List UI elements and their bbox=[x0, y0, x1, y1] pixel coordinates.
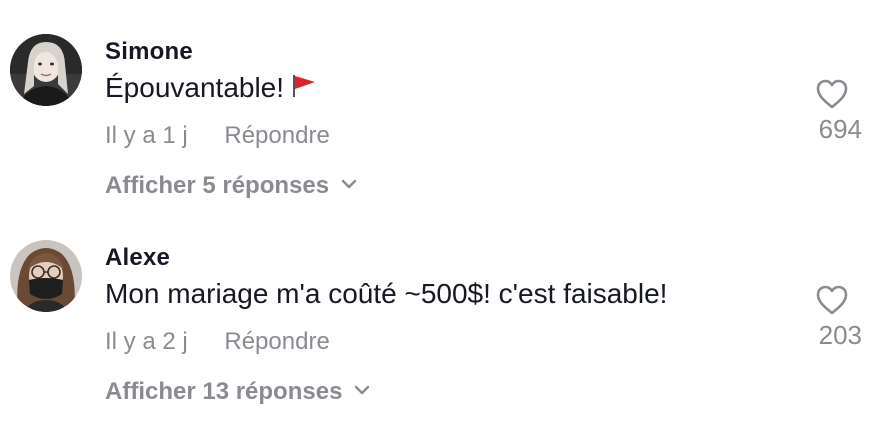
comment-text: Épouvantable! bbox=[105, 72, 318, 104]
view-replies-button[interactable]: Afficher 5 réponses bbox=[105, 172, 359, 200]
avatar[interactable] bbox=[10, 34, 82, 106]
comment-timestamp: Il y a 1 j bbox=[105, 122, 188, 149]
avatar[interactable] bbox=[10, 240, 82, 312]
avatar-image bbox=[10, 240, 82, 312]
like-count: 694 bbox=[818, 114, 862, 144]
like-button[interactable]: 694 bbox=[802, 78, 862, 145]
comment-text-content: Mon mariage m'a coûté ~500$! c'est faisa… bbox=[105, 278, 668, 309]
comment-item: Alexe Mon mariage m'a coûté ~500$! c'est… bbox=[0, 206, 892, 411]
heart-icon[interactable] bbox=[815, 284, 849, 316]
comment-timestamp: Il y a 2 j bbox=[105, 328, 188, 355]
view-replies-label: Afficher 5 réponses bbox=[105, 172, 330, 199]
like-count: 203 bbox=[818, 320, 862, 350]
view-replies-button[interactable]: Afficher 13 réponses bbox=[105, 378, 372, 406]
flag-icon bbox=[293, 75, 316, 97]
reply-button[interactable]: Répondre bbox=[224, 328, 329, 355]
heart-icon[interactable] bbox=[815, 78, 849, 110]
comment-username[interactable]: Simone bbox=[105, 38, 193, 66]
reply-button[interactable]: Répondre bbox=[224, 122, 329, 149]
view-replies-label: Afficher 13 réponses bbox=[105, 378, 343, 405]
comment-text-content: Épouvantable! bbox=[105, 72, 285, 103]
chevron-down-icon bbox=[341, 179, 357, 189]
comment-text: Mon mariage m'a coûté ~500$! c'est faisa… bbox=[105, 278, 667, 310]
chevron-down-icon bbox=[355, 385, 370, 395]
comment-meta: Il y a 2 j Répondre bbox=[105, 328, 330, 356]
like-button[interactable]: 203 bbox=[802, 284, 862, 351]
comment-item: Simone Épouvantable! Il y a 1 j Répondre… bbox=[0, 0, 892, 205]
comment-username[interactable]: Alexe bbox=[105, 244, 170, 272]
comment-meta: Il y a 1 j Répondre bbox=[105, 122, 330, 150]
avatar-image bbox=[10, 34, 82, 106]
